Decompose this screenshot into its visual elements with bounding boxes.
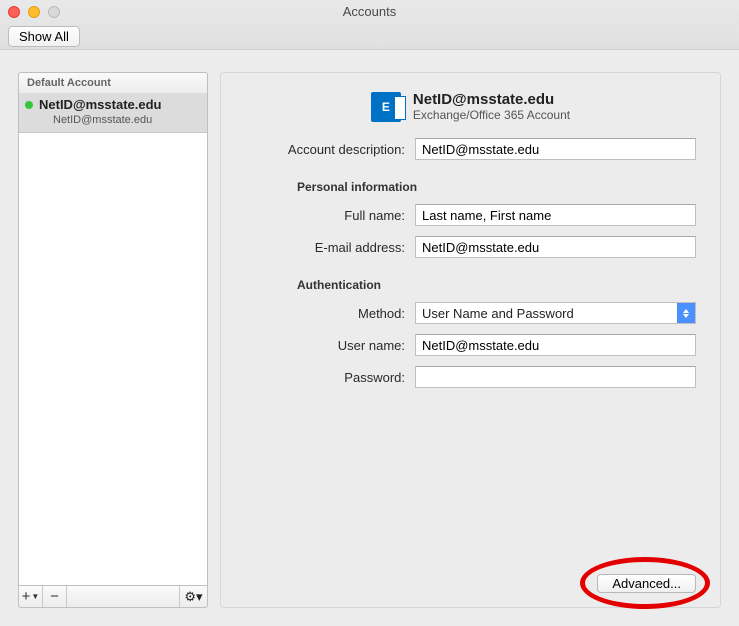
add-account-button[interactable]: +▼ xyxy=(19,586,43,607)
chevron-down-icon: ▼ xyxy=(31,592,39,601)
user-name-input[interactable] xyxy=(415,334,696,356)
exchange-icon-label: E xyxy=(382,100,390,114)
accounts-sidebar: Default Account NetID@msstate.edu NetID@… xyxy=(18,72,208,608)
account-item-name: NetID@msstate.edu xyxy=(39,97,161,112)
sidebar-header: Default Account xyxy=(18,72,208,93)
footer-spacer xyxy=(67,586,179,607)
full-name-input[interactable] xyxy=(415,204,696,226)
show-all-button[interactable]: Show All xyxy=(8,26,80,47)
account-title: NetID@msstate.edu xyxy=(413,91,570,108)
account-description-label: Account description: xyxy=(245,142,415,157)
email-input[interactable] xyxy=(415,236,696,258)
full-name-label: Full name: xyxy=(245,208,415,223)
minimize-window-icon[interactable] xyxy=(28,6,40,18)
account-detail-panel: E NetID@msstate.edu Exchange/Office 365 … xyxy=(220,72,721,608)
authentication-header: Authentication xyxy=(297,278,696,292)
method-value: User Name and Password xyxy=(422,306,574,321)
window-title: Accounts xyxy=(0,0,739,19)
account-subtitle: Exchange/Office 365 Account xyxy=(413,108,570,122)
status-online-icon xyxy=(25,101,33,109)
plus-icon: + xyxy=(22,588,31,605)
method-label: Method: xyxy=(245,306,415,321)
exchange-icon: E xyxy=(371,92,401,122)
password-label: Password: xyxy=(245,370,415,385)
advanced-button[interactable]: Advanced... xyxy=(597,574,696,593)
method-select[interactable]: User Name and Password xyxy=(415,302,696,324)
personal-info-header: Personal information xyxy=(297,180,696,194)
user-name-label: User name: xyxy=(245,338,415,353)
sidebar-list[interactable]: NetID@msstate.edu NetID@msstate.edu xyxy=(18,93,208,586)
account-description-input[interactable] xyxy=(415,138,696,160)
close-window-icon[interactable] xyxy=(8,6,20,18)
email-label: E-mail address: xyxy=(245,240,415,255)
zoom-window-icon xyxy=(48,6,60,18)
account-actions-button[interactable]: ⚙︎▾ xyxy=(179,586,207,607)
password-input[interactable] xyxy=(415,366,696,388)
account-item-sub: NetID@msstate.edu xyxy=(25,114,201,126)
select-arrow-icon xyxy=(677,303,695,323)
gear-icon: ⚙︎▾ xyxy=(184,589,202,605)
account-list-item[interactable]: NetID@msstate.edu NetID@msstate.edu xyxy=(19,93,207,133)
remove-account-button[interactable]: − xyxy=(43,586,67,607)
